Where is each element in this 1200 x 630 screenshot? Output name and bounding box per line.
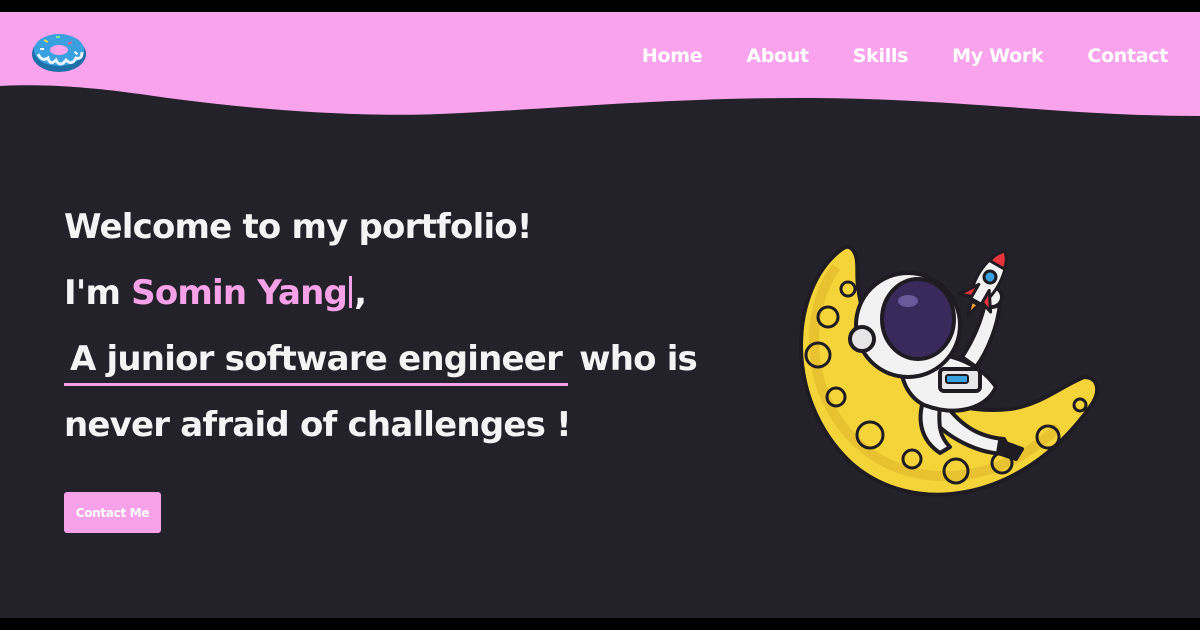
intro-prefix: I'm bbox=[64, 273, 121, 313]
donut-logo-icon[interactable] bbox=[30, 28, 88, 74]
nav-skills[interactable]: Skills bbox=[853, 45, 909, 67]
name-typed: Somin Yang bbox=[131, 273, 348, 313]
header-wave bbox=[0, 12, 1200, 116]
role-suffix: who is bbox=[579, 339, 698, 379]
role-line: A junior software engineer who is bbox=[64, 326, 698, 392]
intro-line: I'm Somin Yang, bbox=[64, 260, 697, 326]
nav-home[interactable]: Home bbox=[642, 45, 703, 67]
main-nav: Home About Skills My Work Contact bbox=[598, 45, 1168, 67]
welcome-heading: Welcome to my portfolio! bbox=[64, 207, 532, 247]
nav-about[interactable]: About bbox=[746, 45, 809, 67]
nav-my-work[interactable]: My Work bbox=[952, 45, 1043, 67]
intro-suffix: , bbox=[354, 273, 367, 313]
nav-contact[interactable]: Contact bbox=[1087, 45, 1168, 67]
challenge-line: never afraid of challenges ! bbox=[64, 405, 572, 445]
typing-cursor bbox=[349, 276, 353, 308]
hero-text: Welcome to my portfolio! I'm Somin Yang,… bbox=[64, 194, 698, 458]
astronaut-moon-illustration bbox=[799, 244, 1100, 497]
role-highlight: A junior software engineer bbox=[64, 326, 569, 392]
page: Home About Skills My Work Contact Welcom… bbox=[0, 12, 1200, 618]
contact-me-button[interactable]: Contact Me bbox=[64, 492, 161, 533]
